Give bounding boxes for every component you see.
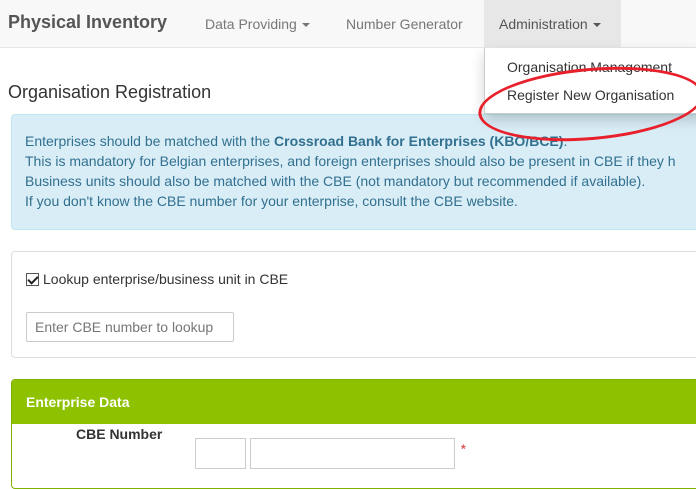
cbe-website-link[interactable]: consult the CBE website	[362, 193, 514, 209]
nav-number-generator[interactable]: Number Generator	[331, 0, 478, 48]
required-asterisk: *	[461, 442, 466, 456]
cbe-number-part1-input[interactable]	[195, 438, 246, 469]
alert-line-4: If you don't know the CBE number for you…	[25, 191, 518, 211]
cbe-number-label: CBE Number	[76, 424, 162, 444]
chevron-down-icon	[592, 23, 601, 28]
cbe-number-label-text: CBE Number	[76, 426, 163, 442]
lookup-panel: Lookup enterprise/business unit in CBE	[11, 251, 696, 358]
nav-administration[interactable]: Administration	[484, 0, 621, 48]
navbar: Physical Inventory Data Providing Number…	[0, 0, 696, 48]
nav-administration-label: Administration	[499, 16, 588, 32]
brand-title[interactable]: Physical Inventory	[8, 12, 167, 33]
alert-text: Enterprises should be matched with the	[25, 133, 275, 149]
menu-item-register-new-organisation[interactable]: Register New Organisation	[507, 87, 674, 103]
nav-number-generator-label: Number Generator	[346, 16, 463, 32]
enterprise-data-panel: Enterprise Data CBE Number *	[11, 379, 696, 489]
enterprise-data-heading: Enterprise Data	[12, 380, 696, 424]
alert-text: .	[514, 193, 518, 209]
alert-bold-text: Crossroad Bank for Enterprises (KBO/BCE)	[274, 133, 564, 149]
chevron-down-icon	[301, 23, 310, 28]
nav-data-providing[interactable]: Data Providing	[190, 0, 325, 48]
lookup-checkbox-label: Lookup enterprise/business unit in CBE	[43, 271, 289, 287]
alert-line-1: Enterprises should be matched with the C…	[25, 131, 567, 151]
alert-line-2: This is mandatory for Belgian enterprise…	[25, 153, 676, 169]
administration-dropdown-menu: Organisation Management Register New Org…	[484, 48, 696, 114]
cbe-lookup-input[interactable]	[26, 312, 234, 342]
nav-data-providing-label: Data Providing	[205, 16, 297, 32]
alert-text: .	[563, 133, 568, 149]
lookup-checkbox[interactable]	[26, 272, 39, 286]
cbe-number-part2-input[interactable]	[250, 438, 455, 469]
alert-text: If you don't know the CBE number for you…	[25, 193, 363, 209]
page-title: Organisation Registration	[8, 82, 212, 102]
alert-line-3: Business units should also be matched wi…	[25, 173, 646, 189]
lookup-checkbox-row[interactable]: Lookup enterprise/business unit in CBE	[26, 271, 288, 287]
menu-item-organisation-management[interactable]: Organisation Management	[507, 59, 672, 75]
info-alert: Enterprises should be matched with the C…	[11, 114, 696, 230]
